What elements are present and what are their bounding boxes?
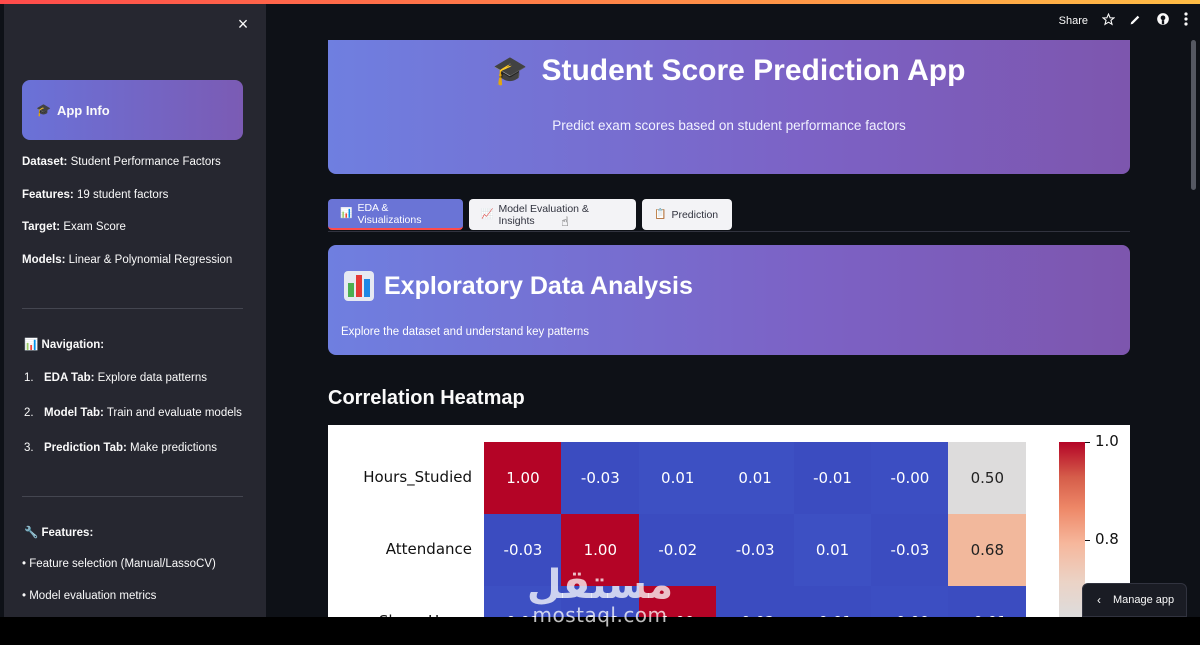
heatmap-cell: -0.00 <box>871 442 949 514</box>
eda-subtitle: Explore the dataset and understand key p… <box>341 326 590 338</box>
heatmap-cell: -0.01 <box>793 442 872 514</box>
tab-model-evaluation[interactable]: 📈 Model Evaluation & Insights <box>469 199 636 230</box>
heatmap-cell: 0.01 <box>716 442 795 514</box>
heatmap-cell: 0.68 <box>948 514 1027 586</box>
github-icon[interactable] <box>1156 12 1170 29</box>
correlation-heatmap: 1.0 0.8 Hours_Studied 1.00 -0.03 0.01 0.01 -0… <box>328 425 1130 617</box>
manage-app-button[interactable]: ‹ Manage app <box>1082 583 1187 617</box>
features-heading: 🔧 Features: <box>24 527 94 539</box>
nav-item-model: 2. Model Tab: Train and evaluate models <box>24 407 242 419</box>
colorbar-tick-label: 0.8 <box>1095 530 1119 548</box>
feature-item: • Model evaluation metrics <box>22 590 157 602</box>
more-vertical-icon[interactable] <box>1184 12 1188 29</box>
page-scrollbar[interactable] <box>1191 40 1196 190</box>
heatmap-row-label: Attendance <box>385 540 472 558</box>
star-icon[interactable] <box>1101 12 1116 29</box>
sidebar-divider <box>22 496 243 497</box>
feature-item: • Feature selection (Manual/LassoCV) <box>22 558 216 570</box>
page-subtitle: Predict exam scores based on student per… <box>552 118 906 133</box>
heatmap-cell: -0.03 <box>871 514 949 586</box>
app-info-card: 🎓 App Info <box>22 80 243 140</box>
clipboard-icon: 📋 <box>654 209 667 220</box>
nav-item-prediction: 3. Prediction Tab: Make predictions <box>24 442 217 454</box>
bar-chart-icon <box>344 271 374 301</box>
heatmap-row-label: Hours_Studied <box>363 468 472 486</box>
edit-icon[interactable] <box>1129 13 1142 29</box>
chevron-left-icon: ‹ <box>1097 593 1101 607</box>
nav-item-eda: 1. EDA Tab: Explore data patterns <box>24 372 207 384</box>
page-title: 🎓 Student Score Prediction App <box>492 54 966 87</box>
detail-target: Target: Exam Score <box>22 221 126 233</box>
graduation-cap-icon: 🎓 <box>36 103 51 117</box>
heatmap-cell: -0.01 <box>793 586 872 617</box>
colorbar-tick <box>1085 540 1090 541</box>
heatmap-cell: -0.00 <box>871 586 949 617</box>
graduation-cap-icon: 🎓 <box>492 55 528 86</box>
tab-eda-visualizations[interactable]: 📊 EDA & Visualizations <box>328 199 463 230</box>
heatmap-cell: 0.01 <box>638 442 717 514</box>
heatmap-cell: 0.50 <box>948 442 1027 514</box>
eda-title: Exploratory Data Analysis <box>344 271 693 301</box>
detail-models: Models: Linear & Polynomial Regression <box>22 254 233 266</box>
share-button[interactable]: Share <box>1059 15 1088 27</box>
colorbar-tick <box>1085 442 1090 443</box>
heatmap-cell: 1.00 <box>484 442 562 514</box>
close-sidebar-icon[interactable]: × <box>233 14 253 34</box>
detail-dataset: Dataset: Student Performance Factors <box>22 156 221 168</box>
heatmap-cell: 0.01 <box>793 514 872 586</box>
line-chart-icon: 📈 <box>481 209 494 220</box>
navigation-heading: 📊 Navigation: <box>24 339 105 351</box>
watermark: مستقل mostaql.com <box>526 562 674 627</box>
hero-banner: 🎓 Student Score Prediction App Predict ex… <box>328 40 1130 174</box>
colorbar-tick-label: 1.0 <box>1095 432 1119 450</box>
eda-section-card: Exploratory Data Analysis Explore the da… <box>328 245 1130 355</box>
heatmap-cell: -0.01 <box>948 586 1027 617</box>
heatmap-cell: -0.03 <box>716 514 795 586</box>
bar-chart-icon: 📊 <box>340 208 353 219</box>
sidebar: × 🎓 App Info Dataset: Student Performanc… <box>4 4 266 617</box>
app-info-label: App Info <box>56 102 110 118</box>
detail-features: Features: 19 student factors <box>22 189 169 201</box>
tab-prediction[interactable]: 📋 Prediction <box>642 199 732 230</box>
heatmap-cell: -0.03 <box>561 442 640 514</box>
tab-bar: 📊 EDA & Visualizations 📈 Model Evaluation … <box>328 199 1130 232</box>
sidebar-divider <box>22 308 243 309</box>
header-toolbar: Share <box>1059 12 1188 29</box>
mouse-cursor-icon: ☝ <box>561 214 569 229</box>
heatmap-cell: -0.02 <box>716 586 795 617</box>
heatmap-heading: Correlation Heatmap <box>328 387 525 409</box>
